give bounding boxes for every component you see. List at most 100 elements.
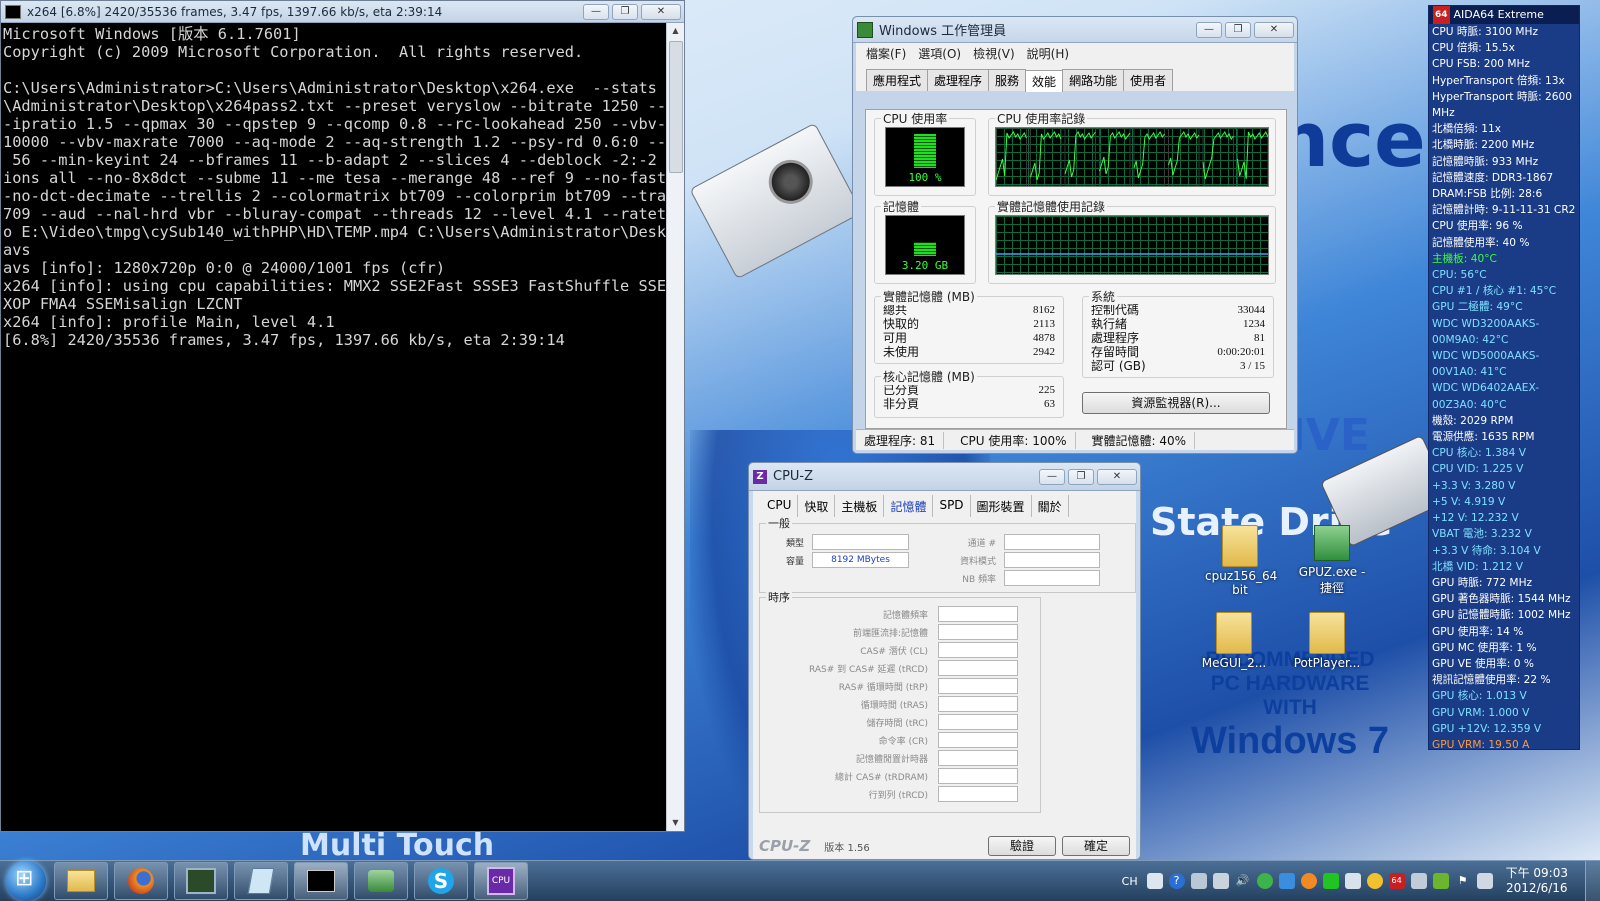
sensor-reading: CPU 使用率: 96 % xyxy=(1432,220,1523,233)
antivirus-icon[interactable] xyxy=(1256,873,1273,889)
scrollbar-thumb[interactable] xyxy=(669,41,683,173)
timing-field xyxy=(938,678,1018,694)
timings-group: 時序 記憶體頻率 前端匯流排:記憶體 CAS# 潛伏 (CL) RAS# 到 CAS#… xyxy=(759,589,1041,813)
show-desktop-button[interactable] xyxy=(1585,861,1600,901)
timing-label: CAS# 潛伏 (CL) xyxy=(860,647,928,657)
flag-icon[interactable]: ⚑ xyxy=(1455,873,1471,889)
language-indicator[interactable]: CH xyxy=(1122,875,1138,888)
minimize-button[interactable]: — xyxy=(1039,468,1065,485)
memory-group: 記憶體 3.20 GB xyxy=(874,198,976,284)
clock[interactable]: 下午 09:03 2012/6/16 xyxy=(1506,866,1568,896)
validate-button[interactable]: 驗證 xyxy=(988,836,1056,856)
performance-panel: CPU 使用率 100 % CPU 使用率記錄 記憶體 3.20 GB 實體記憶… xyxy=(865,109,1287,429)
desktop-icon-cpuz-folder[interactable]: cpuz156_64 bit xyxy=(1205,525,1278,597)
physical-memory-rows: 總共 8162 快取的 2113 可用 4878 未使用 2942 xyxy=(883,303,1055,359)
aida64-panel[interactable]: 64 AIDA64 Extreme CPU 時脈: 3100 MHz CPU 倍頻… xyxy=(1428,5,1580,750)
maximize-button[interactable]: ❐ xyxy=(1225,21,1251,38)
timing-field xyxy=(938,786,1018,802)
timing-label: 記憶體頻率 xyxy=(882,611,928,621)
tab-processes[interactable]: 處理程序 xyxy=(927,69,990,91)
console-scrollbar[interactable]: ▲ ▼ xyxy=(666,23,684,831)
cpuz-icon: CPU xyxy=(487,867,515,895)
help-icon[interactable]: ? xyxy=(1168,873,1185,889)
green-app-icon[interactable] xyxy=(1322,873,1339,889)
dropbox-icon[interactable] xyxy=(1278,873,1295,889)
menu-options[interactable]: 選項(O) xyxy=(918,45,961,62)
ime-icon[interactable] xyxy=(1190,873,1207,889)
console-titlebar[interactable]: x264 [6.8%] 2420/35536 frames, 3.47 fps,… xyxy=(1,1,684,23)
sensor-reading: CPU FSB: 200 MHz xyxy=(1432,58,1530,71)
scroll-down-icon[interactable]: ▼ xyxy=(667,815,684,831)
resource-monitor-button[interactable]: 資源監視器(R)... xyxy=(1082,392,1270,414)
memory-history-group: 實體記憶體使用記錄 xyxy=(988,198,1276,284)
scroll-up-icon[interactable]: ▲ xyxy=(667,23,684,39)
type-label: 類型 xyxy=(785,539,804,549)
taskbar-skype[interactable]: S xyxy=(414,862,468,900)
ok-button[interactable]: 確定 xyxy=(1062,836,1130,856)
tab-users[interactable]: 使用者 xyxy=(1123,69,1174,91)
stat-value: 225 xyxy=(1038,384,1056,396)
usb-icon[interactable] xyxy=(1410,873,1427,889)
tab-performance[interactable]: 效能 xyxy=(1025,70,1064,92)
menu-help[interactable]: 說明(H) xyxy=(1027,45,1069,62)
taskbar-explorer[interactable] xyxy=(54,862,108,900)
clock-time: 下午 09:03 xyxy=(1505,866,1568,880)
task-manager-window[interactable]: Windows 工作管理員 — ❐ ✕ 檔案(F) 選項(O) 檢視(V) 說明… xyxy=(852,16,1298,454)
tab-services[interactable]: 服務 xyxy=(988,69,1027,91)
printer-icon[interactable] xyxy=(1212,873,1229,889)
stat-row: 總共 8162 xyxy=(883,303,1055,317)
cpuz-window[interactable]: Z CPU-Z — ❐ ✕ CPU 快取 主機板 記憶體 SPD 圖形裝置 關於… xyxy=(748,462,1141,860)
minimize-button[interactable]: — xyxy=(583,3,609,20)
menu-view[interactable]: 檢視(V) xyxy=(973,45,1015,62)
console-line: -ipratio 1.5 --qpmax 30 --qpstep 9 --qco… xyxy=(3,115,669,133)
nvidia-icon[interactable] xyxy=(1432,873,1449,889)
network-tray-icon[interactable] xyxy=(1476,873,1493,889)
sensor-reading: GPU VRM: 1.000 V xyxy=(1432,706,1530,719)
core-usage-line xyxy=(1030,130,1062,181)
tab-networking[interactable]: 網路功能 xyxy=(1062,69,1125,91)
fan-control-icon[interactable] xyxy=(1344,873,1361,889)
close-button[interactable]: ✕ xyxy=(1097,468,1137,485)
taskmgr-titlebar[interactable]: Windows 工作管理員 — ❐ ✕ xyxy=(853,17,1297,43)
console-line: avs [info]: 1280x720p 0:0 @ 24000/1001 f… xyxy=(3,259,446,277)
taskmgr-statusbar: 處理程序: 81 CPU 使用率: 100% 實體記憶體: 40% xyxy=(856,429,1294,450)
volume-icon[interactable]: 🔊 xyxy=(1235,873,1251,889)
minimize-button[interactable]: — xyxy=(1196,21,1222,38)
sensor-reading: CPU 時脈: 3100 MHz xyxy=(1432,26,1539,38)
taskbar-cpuz[interactable]: CPU xyxy=(474,862,528,900)
update-icon[interactable] xyxy=(1300,873,1317,889)
start-button[interactable] xyxy=(6,861,46,901)
desktop-icon-megui[interactable]: MeGUI_2... xyxy=(1199,612,1269,670)
desktop-icon-label: cpuz156_64 bit xyxy=(1205,569,1278,597)
graphics-card-image xyxy=(689,122,863,280)
cpuz-titlebar[interactable]: Z CPU-Z — ❐ ✕ xyxy=(749,463,1140,491)
tab-applications[interactable]: 應用程式 xyxy=(866,69,929,91)
network-icon xyxy=(368,870,394,892)
smiley-icon[interactable] xyxy=(1366,873,1383,889)
desktop-icon-gpuz[interactable]: GPUZ.exe - 捷徑 xyxy=(1297,525,1367,596)
timing-field xyxy=(938,660,1018,676)
stat-label: 控制代碼 xyxy=(1091,303,1140,317)
console-window[interactable]: x264 [6.8%] 2420/35536 frames, 3.47 fps,… xyxy=(0,0,685,832)
keyboard-icon[interactable] xyxy=(1146,873,1163,889)
stat-value: 33044 xyxy=(1237,304,1266,316)
desktop-icon-potplayer[interactable]: PotPlayer... xyxy=(1292,612,1362,670)
console-output[interactable]: Microsoft Windows [版本 6.1.7601] Copyright… xyxy=(1,23,669,831)
taskbar-taskmgr[interactable] xyxy=(174,862,228,900)
taskbar-notepad[interactable] xyxy=(234,862,288,900)
close-button[interactable]: ✕ xyxy=(1254,21,1294,38)
menu-file[interactable]: 檔案(F) xyxy=(866,45,906,62)
taskbar-network[interactable] xyxy=(354,862,408,900)
console-line: o E:\Video\tmpg\cySub140_withPHP\HD\TEMP… xyxy=(3,223,669,241)
stat-label: 非分頁 xyxy=(883,397,920,411)
taskbar-cmd[interactable] xyxy=(294,862,348,900)
close-button[interactable]: ✕ xyxy=(641,3,681,20)
taskbar-firefox[interactable] xyxy=(114,862,168,900)
core-graph-frame xyxy=(1168,128,1200,186)
sensor-reading: +3.3 V: 3.280 V xyxy=(1432,479,1516,492)
console-line: C:\Users\Administrator>C:\Users\Administ… xyxy=(3,79,669,97)
maximize-button[interactable]: ❐ xyxy=(612,3,638,20)
maximize-button[interactable]: ❐ xyxy=(1068,468,1094,485)
aida64-tray-icon[interactable]: 64 xyxy=(1388,873,1405,889)
sensor-reading: 記憶體時脈: 933 MHz xyxy=(1432,155,1539,168)
